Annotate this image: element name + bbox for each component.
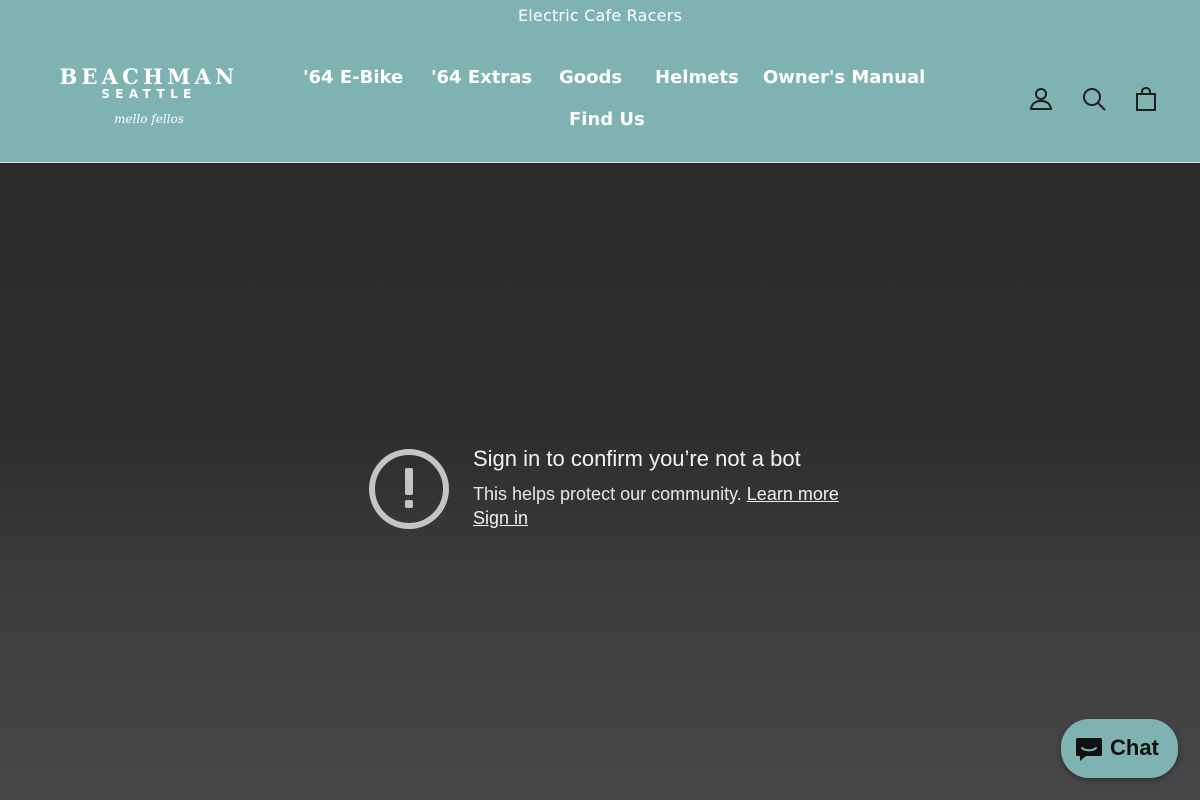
learn-more-link[interactable]: Learn more bbox=[747, 484, 839, 504]
account-icon[interactable] bbox=[1027, 85, 1055, 113]
logo-subtitle: SEATTLE bbox=[101, 87, 197, 101]
nav-item-helmets[interactable]: Helmets bbox=[655, 66, 739, 90]
site-header: Electric Cafe Racers BEACHMAN SEATTLE me… bbox=[0, 0, 1200, 163]
nav-item-goods[interactable]: Goods bbox=[559, 66, 622, 90]
search-icon[interactable] bbox=[1080, 85, 1108, 113]
bot-check-body-text: This helps protect our community. bbox=[473, 484, 742, 504]
nav-item-64-extras[interactable]: '64 Extras bbox=[431, 66, 532, 90]
site-logo[interactable]: BEACHMAN SEATTLE mello fellos bbox=[40, 66, 260, 136]
logo-wordmark: BEACHMAN bbox=[59, 64, 239, 89]
main-content: Sign in to confirm you’re not a bot This… bbox=[0, 164, 1200, 800]
chat-bubble-icon bbox=[1074, 735, 1104, 763]
nav-item-owners-manual[interactable]: Owner's Manual bbox=[763, 66, 925, 90]
chat-label: Chat bbox=[1110, 735, 1159, 760]
sign-in-link[interactable]: Sign in bbox=[473, 506, 528, 530]
nav-item-64-e-bike[interactable]: '64 E-Bike bbox=[303, 66, 403, 90]
alert-icon bbox=[368, 448, 450, 530]
logo-script: mello fellos bbox=[114, 112, 184, 126]
announcement-bar: Electric Cafe Racers bbox=[517, 6, 683, 25]
nav-item-find-us[interactable]: Find Us bbox=[569, 108, 645, 132]
bot-check-title: Sign in to confirm you’re not a bot bbox=[473, 446, 801, 471]
cart-icon[interactable] bbox=[1132, 85, 1160, 113]
chat-button[interactable]: Chat bbox=[1061, 719, 1178, 778]
bot-check-body: This helps protect our community. Learn … bbox=[473, 482, 839, 506]
